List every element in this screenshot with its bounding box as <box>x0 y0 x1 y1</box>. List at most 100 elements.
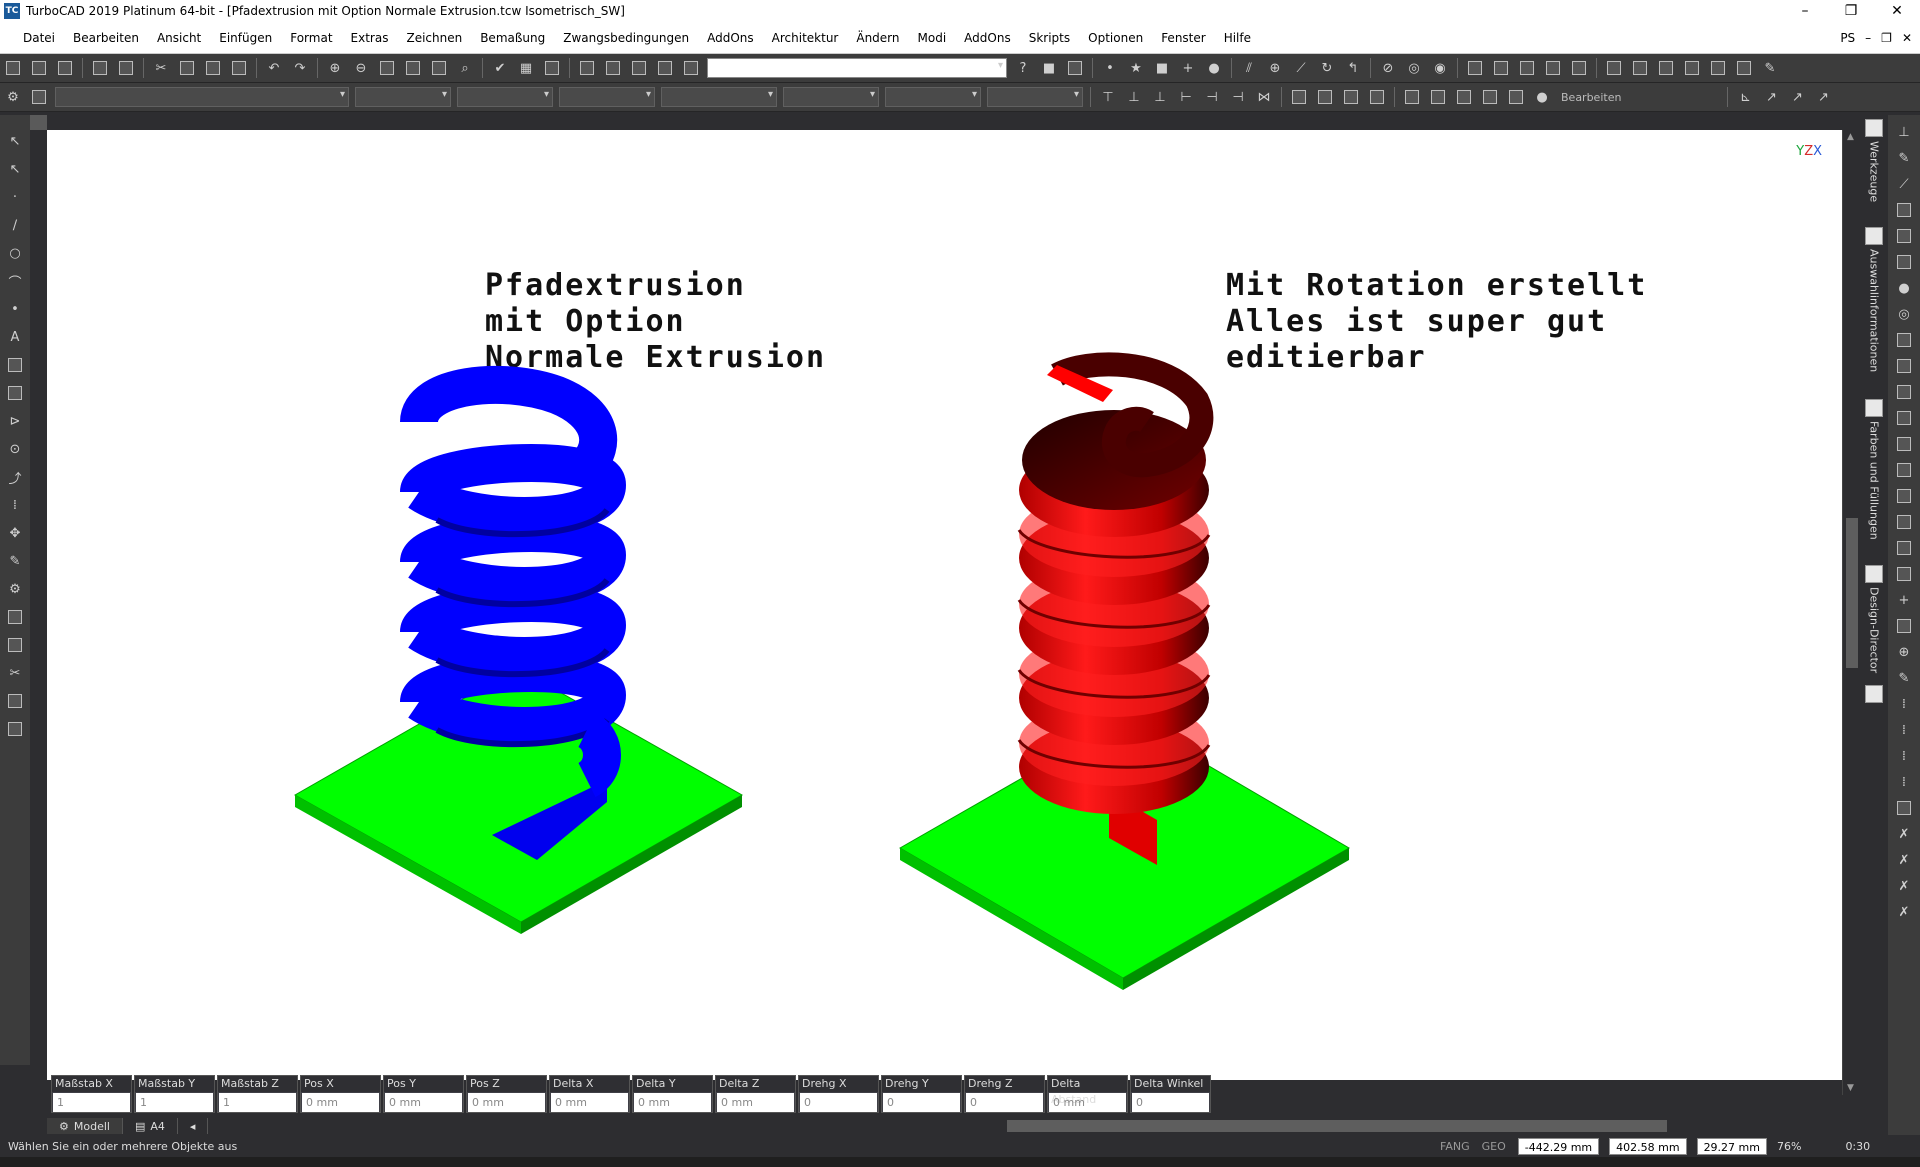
workplane-xy-icon[interactable]: ↗ <box>1760 86 1782 108</box>
image-icon[interactable] <box>4 717 26 741</box>
select-arrow-icon[interactable]: ↖ <box>4 129 26 153</box>
doc-close-button[interactable]: ✕ <box>1902 31 1912 45</box>
quality-icon[interactable] <box>1505 86 1527 108</box>
axis-z-icon[interactable]: ✗ <box>1893 875 1915 897</box>
shading-icon[interactable] <box>1427 86 1449 108</box>
zoom-all-icon[interactable]: ⌕ <box>454 57 476 79</box>
drawing-canvas[interactable]: Pfadextrusion mit Option Normale Extrusi… <box>47 130 1842 1080</box>
lock-icon[interactable] <box>1568 57 1590 79</box>
node-edit-icon[interactable]: ↖ <box>4 157 26 181</box>
hatch-icon[interactable] <box>4 353 26 377</box>
inspector-field-input[interactable]: 0 <box>1132 1093 1209 1112</box>
scroll-thumb[interactable] <box>1846 518 1858 668</box>
pencil-icon[interactable]: ✎ <box>1759 57 1781 79</box>
grid-tool2-icon[interactable]: ⁞ <box>1893 719 1915 741</box>
zoom-out-icon[interactable]: ⊖ <box>350 57 372 79</box>
gear-icon[interactable]: ⚙ <box>4 577 26 601</box>
boolean-icon[interactable] <box>1893 459 1915 481</box>
hidden-line-icon[interactable] <box>1453 86 1475 108</box>
box-icon[interactable] <box>1893 199 1915 221</box>
cut-icon[interactable]: ✂ <box>150 57 172 79</box>
snap-plus-icon[interactable]: + <box>1177 57 1199 79</box>
pen-width-select[interactable] <box>559 87 655 107</box>
shell-icon[interactable] <box>1893 537 1915 559</box>
undo-icon[interactable]: ↶ <box>263 57 285 79</box>
move-icon[interactable]: ✥ <box>4 521 26 545</box>
menu-item-zeichnen[interactable]: Zeichnen <box>397 22 471 54</box>
bring-forward-icon[interactable] <box>1340 86 1362 108</box>
zoom-tool-icon[interactable] <box>4 605 26 629</box>
zoom-window-icon[interactable] <box>376 57 398 79</box>
print-icon[interactable] <box>89 57 111 79</box>
align-center-icon[interactable]: ⊣ <box>1201 86 1223 108</box>
workplane-tool-icon[interactable] <box>1893 797 1915 819</box>
dot-icon[interactable]: • <box>4 297 26 321</box>
inspector-field-input[interactable]: 0 mm <box>551 1093 628 1112</box>
snap-fang[interactable]: FANG <box>1440 1140 1470 1153</box>
menu-item-fenster[interactable]: Fenster <box>1152 22 1215 54</box>
brush-pattern-select[interactable] <box>783 87 879 107</box>
sphere-icon[interactable]: ● <box>1531 86 1553 108</box>
doc-restore-button[interactable]: ❐ <box>1881 31 1892 45</box>
eye-icon[interactable] <box>1707 57 1729 79</box>
coord-x-field[interactable]: -442.29 mm <box>1517 1137 1600 1155</box>
pen-style-select[interactable] <box>457 87 553 107</box>
line-icon[interactable]: ∕ <box>4 213 26 237</box>
render-stop-icon[interactable] <box>602 57 624 79</box>
palette-tab-selection[interactable]: Auswahlinformationen <box>1862 227 1886 372</box>
layer-manager-icon[interactable] <box>28 86 50 108</box>
dimension-icon[interactable]: ⊳ <box>4 409 26 433</box>
camera-icon[interactable] <box>628 57 650 79</box>
cone-icon[interactable] <box>1893 251 1915 273</box>
inspector-field-input[interactable]: 1 <box>219 1093 296 1112</box>
coord-y-field[interactable]: 402.58 mm <box>1609 1137 1687 1155</box>
align-right-icon[interactable]: ⊣ <box>1227 86 1249 108</box>
inspector-field-input[interactable]: 0 mm <box>717 1093 794 1112</box>
ruler-icon[interactable]: ⟋ <box>1893 173 1915 195</box>
pin-icon[interactable]: ⊥ <box>1893 121 1915 143</box>
grid-tool4-icon[interactable]: ⁞ <box>1893 771 1915 793</box>
menu-item-bemaßung[interactable]: Bemaßung <box>471 22 554 54</box>
plus-tool-icon[interactable]: + <box>1893 589 1915 611</box>
line-type-select[interactable] <box>885 87 981 107</box>
zoom-page-icon[interactable] <box>428 57 450 79</box>
distribute-icon[interactable]: ⋈ <box>1253 86 1275 108</box>
point-icon[interactable]: · <box>4 185 26 209</box>
workplane-set-icon[interactable]: ↗ <box>1812 86 1834 108</box>
tab-model[interactable]: ⚙ Modell <box>47 1118 123 1134</box>
open-file-icon[interactable] <box>28 57 50 79</box>
close-button[interactable]: ✕ <box>1874 0 1920 22</box>
palette-tab-tools[interactable]: Werkzeuge <box>1862 119 1886 202</box>
menu-item-addons[interactable]: AddOns <box>955 22 1020 54</box>
snap-vertex-icon[interactable]: • <box>1099 57 1121 79</box>
symbol-icon[interactable]: ⊙ <box>4 437 26 461</box>
settings-gear-icon[interactable]: ⚙ <box>2 86 24 108</box>
stop-icon[interactable]: ■ <box>1038 57 1060 79</box>
zoom-level[interactable]: 76% <box>1777 1140 1801 1153</box>
text-icon[interactable]: A <box>4 325 26 349</box>
align-top-icon[interactable]: ⊤ <box>1097 86 1119 108</box>
cylinder-icon[interactable] <box>1893 225 1915 247</box>
menu-item-optionen[interactable]: Optionen <box>1079 22 1152 54</box>
zoom-extents-icon[interactable] <box>402 57 424 79</box>
globe-icon[interactable]: ⊕ <box>1893 641 1915 663</box>
fillet-icon[interactable] <box>1893 485 1915 507</box>
new-file-icon[interactable] <box>2 57 24 79</box>
edit-label[interactable]: Bearbeiten <box>1561 91 1621 104</box>
network2-icon[interactable] <box>1629 57 1651 79</box>
send-backward-icon[interactable] <box>1366 86 1388 108</box>
materials-icon[interactable] <box>1733 57 1755 79</box>
inspector-field-input[interactable]: 1 <box>53 1093 130 1112</box>
red-spring[interactable] <box>1017 352 1214 865</box>
wireframe-icon[interactable] <box>1479 86 1501 108</box>
inspector-field-input[interactable]: 0 mm <box>302 1093 379 1112</box>
grid-tool3-icon[interactable]: ⁞ <box>1893 745 1915 767</box>
light2-icon[interactable] <box>1490 57 1512 79</box>
sphere-tool-icon[interactable]: ● <box>1893 277 1915 299</box>
inspector-field-input[interactable]: 1 <box>136 1093 213 1112</box>
help-icon[interactable]: ? <box>1012 57 1034 79</box>
grid-tool-icon[interactable]: ⁞ <box>1893 693 1915 715</box>
pen-tool-icon[interactable]: ✎ <box>1893 147 1915 169</box>
save-icon[interactable] <box>54 57 76 79</box>
vertical-scrollbar[interactable]: ▲ ▼ <box>1842 130 1860 1095</box>
